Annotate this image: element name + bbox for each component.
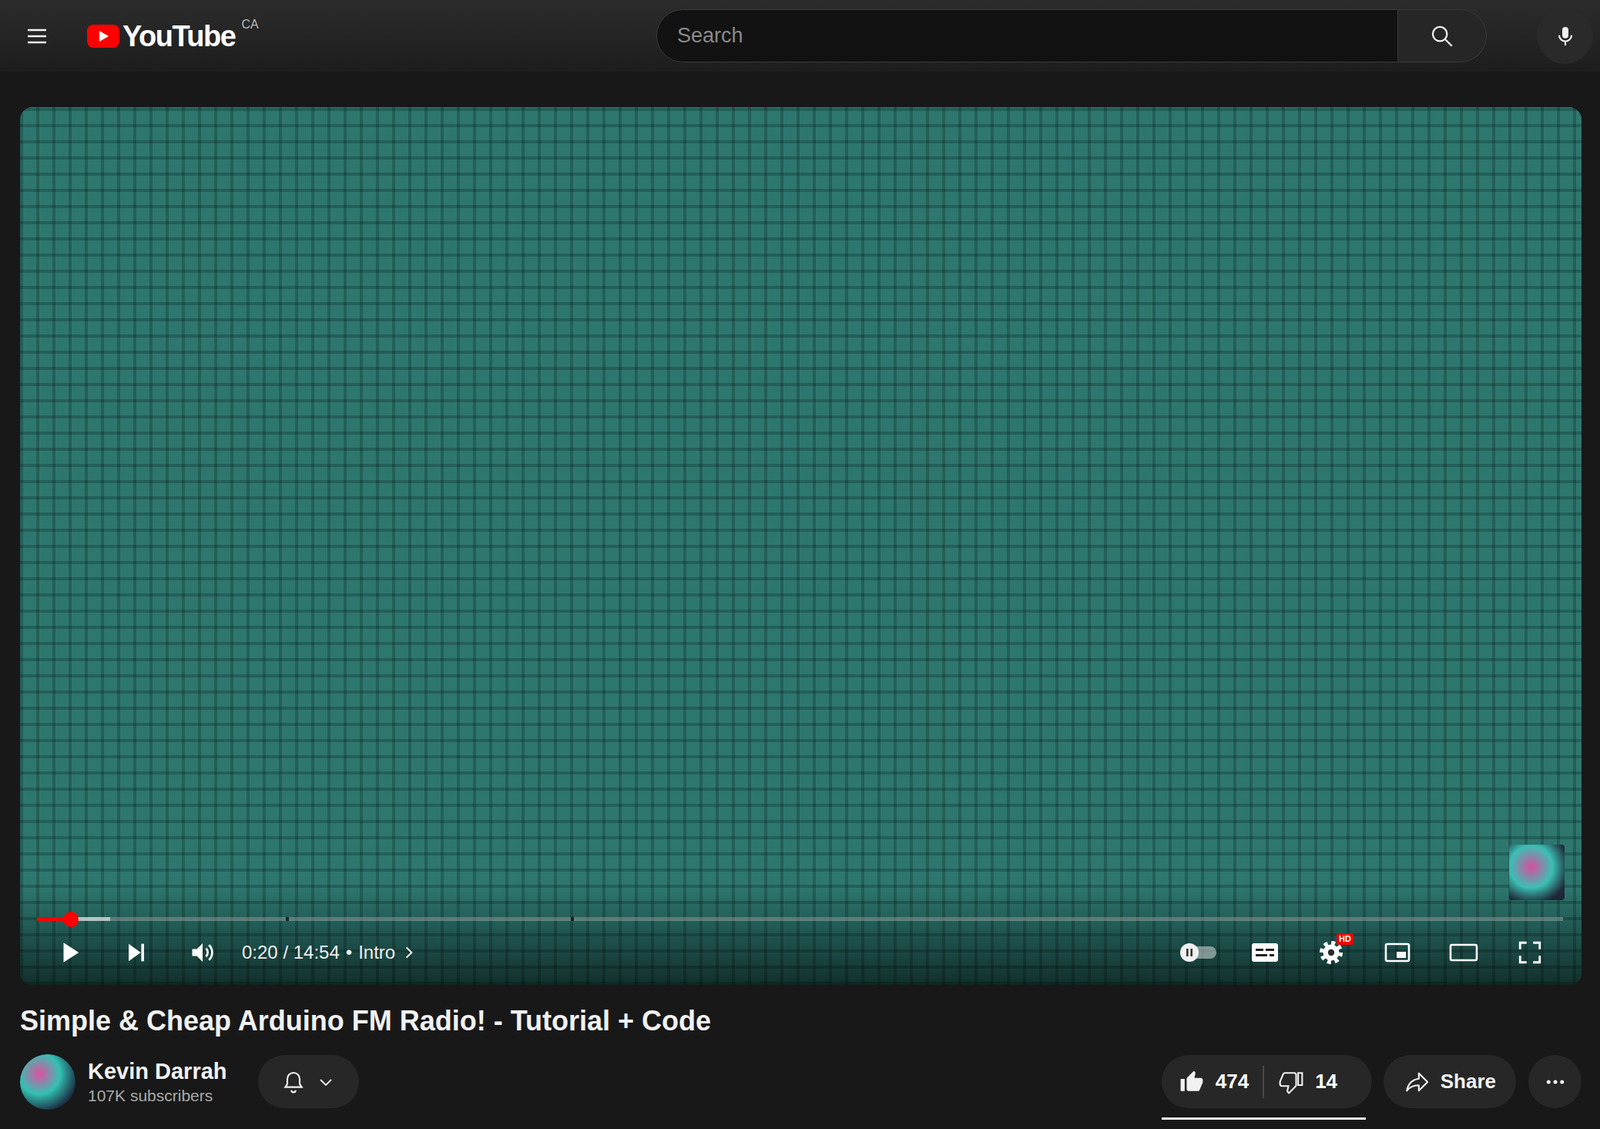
more-icon [1543, 1070, 1567, 1094]
logo-text: YouTube [122, 21, 235, 51]
like-button[interactable]: 474 [1178, 1066, 1249, 1097]
next-icon [123, 939, 150, 966]
progress-bar[interactable] [36, 916, 1564, 921]
next-button[interactable] [103, 924, 170, 980]
channel-name[interactable]: Kevin Darrah [87, 1057, 228, 1085]
theater-button[interactable] [1430, 924, 1497, 980]
fullscreen-button[interactable] [1496, 924, 1564, 980]
theater-mode-icon [1448, 941, 1480, 963]
dislike-button[interactable]: 14 [1277, 1066, 1338, 1097]
microphone-icon [1553, 23, 1578, 49]
right-controls: HD [1165, 924, 1564, 980]
separator: • [345, 938, 353, 967]
autoplay-toggle-icon [1179, 942, 1218, 963]
player-controls: 0:20 / 14:54•Intro HD [20, 885, 1582, 985]
miniplayer-button[interactable] [1364, 924, 1431, 980]
chapter-mark [285, 916, 289, 921]
left-controls: 0:20 / 14:54•Intro [36, 924, 417, 980]
chevron-down-icon [316, 1072, 336, 1091]
subtitles-icon [1250, 940, 1280, 964]
chevron-right-icon [401, 944, 417, 960]
dislike-count: 14 [1314, 1066, 1338, 1097]
thumbs-up-icon [1178, 1068, 1205, 1095]
bell-icon [281, 1069, 306, 1094]
video-title: Simple & Cheap Arduino FM Radio! - Tutor… [20, 1002, 1582, 1040]
time-text: 0:20 / 14:54 [241, 938, 340, 967]
menu-icon [24, 23, 50, 49]
hd-badge: HD [1336, 932, 1354, 945]
voice-search-button[interactable] [1536, 7, 1594, 64]
top-bar: YouTube CA [0, 0, 1600, 72]
time-display[interactable]: 0:20 / 14:54•Intro [241, 938, 417, 967]
header-left: YouTube CA [15, 14, 657, 58]
thumbs-down-icon [1277, 1068, 1305, 1095]
youtube-logo[interactable]: YouTubeCA [87, 21, 259, 51]
channel-row: Kevin Darrah107K subscribers 474 14 Share [20, 1052, 1582, 1111]
volume-button[interactable] [169, 924, 236, 980]
share-label: Share [1440, 1066, 1497, 1097]
video-player[interactable]: 0:20 / 14:54•Intro HD [20, 107, 1582, 985]
search-button[interactable] [1398, 9, 1487, 63]
watch-page: 0:20 / 14:54•Intro HD Simple & Cheap Ardui… [0, 71, 1600, 1111]
control-row: 0:20 / 14:54•Intro HD [36, 924, 1564, 980]
notification-button[interactable] [258, 1054, 359, 1108]
search-bar [656, 7, 1594, 64]
channel-avatar[interactable] [20, 1053, 76, 1110]
divider [1262, 1065, 1265, 1098]
play-button[interactable] [36, 924, 104, 980]
settings-button[interactable]: HD [1298, 924, 1365, 980]
chapter-mark [570, 916, 574, 921]
subtitles-button[interactable] [1231, 924, 1299, 980]
channel-info: Kevin Darrah107K subscribers [20, 1053, 359, 1110]
like-ratio-bar [1161, 1116, 1366, 1120]
share-button[interactable]: Share [1383, 1054, 1517, 1108]
search-icon [1428, 23, 1456, 50]
like-count: 474 [1215, 1066, 1249, 1097]
country-code: CA [241, 15, 259, 34]
search-input[interactable] [656, 9, 1399, 63]
share-icon [1403, 1068, 1430, 1095]
miniplayer-icon [1383, 940, 1412, 964]
channel-text: Kevin Darrah107K subscribers [87, 1057, 228, 1106]
like-dislike-group: 474 14 [1161, 1054, 1372, 1108]
youtube-play-icon [87, 24, 120, 48]
autoplay-toggle[interactable] [1165, 924, 1232, 980]
play-icon [57, 939, 84, 966]
menu-button[interactable] [15, 14, 59, 58]
more-button[interactable] [1528, 1054, 1582, 1108]
fullscreen-icon [1516, 939, 1543, 966]
subscriber-count: 107K subscribers [87, 1084, 228, 1106]
chapter-title[interactable]: Intro [358, 938, 396, 967]
volume-icon [188, 938, 217, 967]
action-buttons: 474 14 Share [1161, 1054, 1582, 1108]
